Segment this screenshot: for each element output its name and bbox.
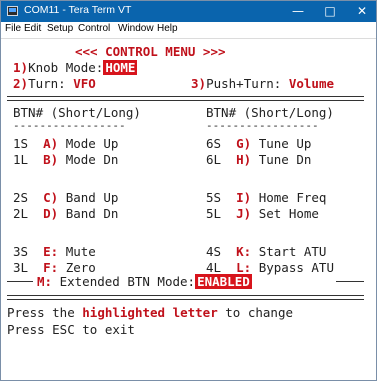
btn-key: I) — [236, 190, 252, 205]
maximize-icon[interactable]: □ — [316, 1, 344, 22]
menu-file[interactable]: File — [5, 23, 21, 34]
dash-divider-right: ----------------- — [206, 119, 319, 132]
btn-key: G) — [236, 136, 252, 151]
btn-code: 1S — [13, 136, 29, 151]
btn-label: Set Home — [258, 206, 319, 221]
btn-row: 2S C) Band Up — [13, 190, 118, 205]
extended-mode-value: ENABLED — [195, 274, 252, 289]
option-label: Extended BTN Mode: — [59, 274, 196, 289]
push-turn-row: 3)Push+Turn: Volume — [191, 76, 334, 91]
option-number: 3) — [191, 76, 207, 91]
btn-code: 5L — [206, 206, 222, 221]
footer-highlight: highlighted letter — [82, 305, 218, 320]
btn-row: 4L L: Bypass ATU — [206, 260, 334, 275]
btn-label: Band Dn — [65, 206, 119, 221]
btn-key: B) — [43, 152, 59, 167]
push-turn-value: Volume — [288, 76, 335, 91]
btn-code: 5S — [206, 190, 222, 205]
title-bar[interactable]: COM11 - Tera Term VT — □ ✕ — [1, 1, 376, 22]
btn-row: 4S K: Start ATU — [206, 244, 326, 259]
btn-code: 6S — [206, 136, 222, 151]
btn-code: 2S — [13, 190, 29, 205]
menu-window[interactable]: Window — [118, 23, 154, 34]
btn-code: 4S — [206, 244, 222, 259]
btn-label: Zero — [65, 260, 96, 275]
footer-line-1: Press the highlighted letter to change — [7, 305, 293, 320]
footer-text: Press the — [7, 305, 83, 320]
close-icon[interactable]: ✕ — [348, 1, 376, 22]
btn-row: 6L H) Tune Dn — [206, 152, 311, 167]
dash-divider-left: ----------------- — [13, 119, 126, 132]
btn-label: Mode Dn — [65, 152, 119, 167]
option-label: Turn: — [28, 76, 66, 91]
btn-label: Home Freq — [258, 190, 327, 205]
btn-label: Mute — [65, 244, 96, 259]
btn-code: 6L — [206, 152, 222, 167]
window-title: COM11 - Tera Term VT — [24, 4, 132, 16]
btn-key: A) — [43, 136, 59, 151]
menu-setup[interactable]: Setup — [47, 23, 73, 34]
menu-edit[interactable]: Edit — [24, 23, 41, 34]
footer-line-2: Press ESC to exit — [7, 322, 135, 337]
option-label: Push+Turn: — [206, 76, 282, 91]
turn-row: 2)Turn: VFO — [13, 76, 96, 91]
double-divider — [7, 96, 364, 101]
dash-divider-short — [336, 281, 364, 283]
btn-label: Tune Dn — [258, 152, 312, 167]
option-key: M: — [37, 274, 53, 289]
btn-key: K: — [236, 244, 252, 259]
btn-label: Tune Up — [258, 136, 312, 151]
btn-key: C) — [43, 190, 59, 205]
btn-code: 3S — [13, 244, 29, 259]
menu-control[interactable]: Control — [78, 23, 110, 34]
btn-row: 5L J) Set Home — [206, 206, 319, 221]
menu-bar: File Edit Setup Control Window Help — [1, 22, 376, 39]
btn-row: 3S E: Mute — [13, 244, 96, 259]
btn-row: 5S I) Home Freq — [206, 190, 326, 205]
btn-row: 1S A) Mode Up — [13, 136, 118, 151]
double-divider — [7, 295, 364, 300]
minimize-icon[interactable]: — — [284, 1, 312, 22]
knob-mode-value: HOME — [103, 60, 138, 75]
btn-key: L: — [236, 260, 252, 275]
terminal-icon — [7, 6, 18, 16]
btn-code: 1L — [13, 152, 29, 167]
btn-label: Bypass ATU — [258, 260, 334, 275]
option-number: 1) — [13, 60, 29, 75]
knob-mode-row: 1)Knob Mode: HOME — [13, 60, 138, 75]
btn-code: 3L — [13, 260, 29, 275]
turn-value: VFO — [73, 76, 96, 91]
btn-key: H) — [236, 152, 252, 167]
btn-key: D) — [43, 206, 59, 221]
btn-row: 1L B) Mode Dn — [13, 152, 118, 167]
terminal-screen[interactable]: <<< CONTROL MENU >>> 1)Knob Mode: HOME 2)… — [1, 39, 376, 380]
option-label: Knob Mode: — [28, 60, 104, 75]
btn-label: Start ATU — [258, 244, 327, 259]
tera-term-window: COM11 - Tera Term VT — □ ✕ File Edit Set… — [0, 0, 377, 381]
option-number: 2) — [13, 76, 29, 91]
btn-key: J) — [236, 206, 252, 221]
menu-header: <<< CONTROL MENU >>> — [75, 44, 226, 59]
footer-text: to change — [217, 305, 293, 320]
btn-row: 3L F: Zero — [13, 260, 96, 275]
btn-code: 4L — [206, 260, 222, 275]
btn-label: Band Up — [65, 190, 119, 205]
btn-key: F: — [43, 260, 59, 275]
btn-label: Mode Up — [65, 136, 119, 151]
btn-code: 2L — [13, 206, 29, 221]
dash-divider-short — [7, 281, 33, 283]
extended-mode-row: M: Extended BTN Mode: ENABLED — [37, 274, 252, 289]
btn-row: 2L D) Band Dn — [13, 206, 118, 221]
btn-row: 6S G) Tune Up — [206, 136, 311, 151]
menu-help[interactable]: Help — [157, 23, 178, 34]
btn-key: E: — [43, 244, 59, 259]
